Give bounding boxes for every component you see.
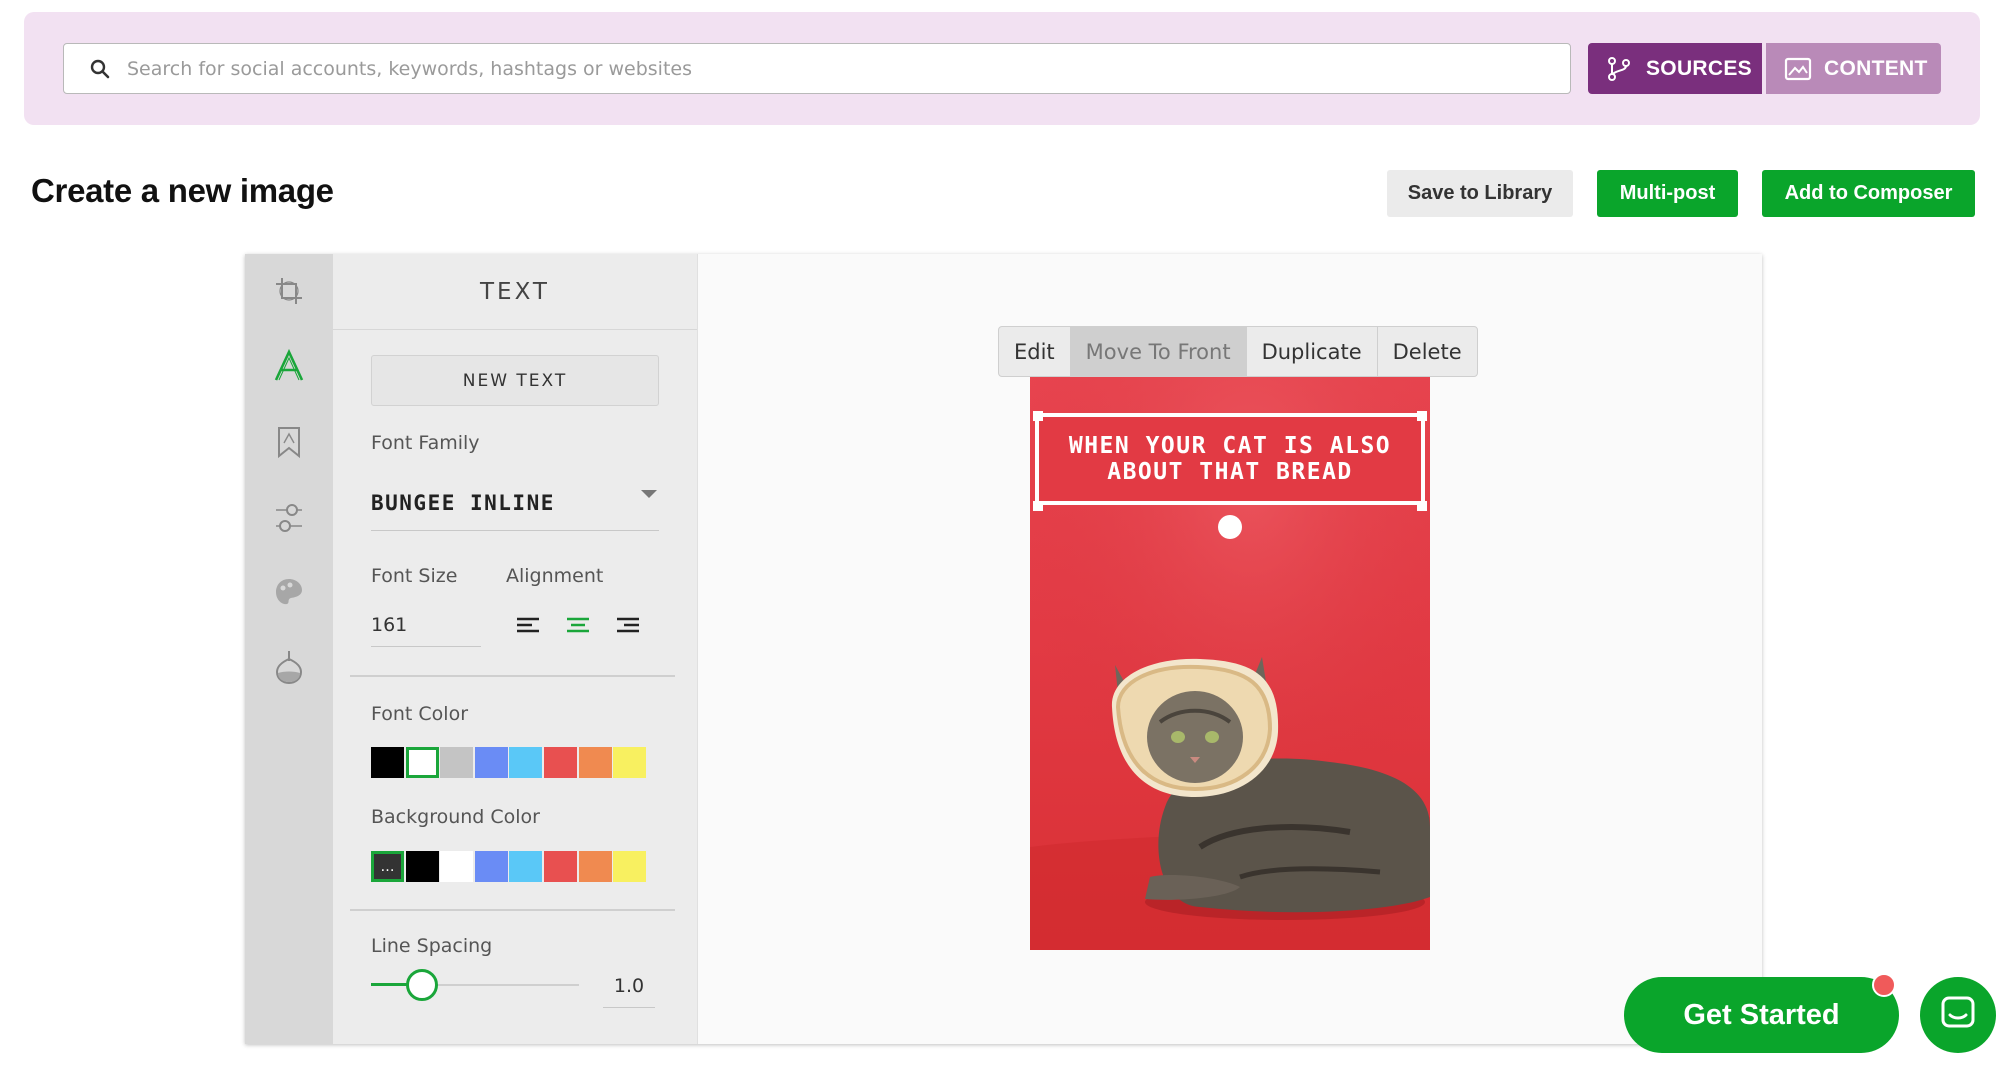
alignment-label: Alignment — [506, 565, 604, 587]
line-spacing-input[interactable]: 1.0 — [603, 964, 655, 1008]
font-size-input[interactable]: 161 — [371, 603, 481, 647]
align-left-icon[interactable] — [515, 612, 541, 638]
background-color-swatch[interactable] — [543, 851, 577, 882]
resize-handle[interactable] — [1417, 501, 1427, 511]
font-color-swatch[interactable] — [613, 747, 647, 778]
font-color-swatches — [371, 747, 648, 778]
line-spacing-slider-handle[interactable] — [406, 969, 438, 1001]
multi-post-button[interactable]: Multi-post — [1597, 170, 1738, 217]
text-icon[interactable] — [269, 346, 309, 386]
image-frame-icon — [1784, 56, 1812, 82]
element-context-menu: Edit Move To Front Duplicate Delete — [998, 326, 1478, 377]
content-toggle-button[interactable]: CONTENT — [1766, 43, 1941, 94]
poster-text-line-2: ABOUT THAT BREAD — [1107, 459, 1353, 485]
font-family-select[interactable]: BUNGEE INLINE — [371, 476, 659, 531]
notification-badge — [1872, 973, 1896, 997]
background-color-label: Background Color — [371, 806, 540, 828]
background-color-swatch[interactable] — [613, 851, 647, 882]
search-icon — [89, 58, 111, 80]
font-color-swatch[interactable] — [509, 747, 543, 778]
tool-rail — [245, 254, 333, 1044]
font-family-value: BUNGEE INLINE — [371, 491, 555, 515]
align-center-icon[interactable] — [565, 612, 591, 638]
background-color-swatch[interactable]: … — [371, 851, 404, 882]
text-layer-selected[interactable]: WHEN YOUR CAT IS ALSO ABOUT THAT BREAD — [1035, 413, 1425, 505]
font-color-swatch[interactable] — [405, 747, 439, 778]
adjust-icon[interactable] — [269, 498, 309, 538]
line-spacing-label: Line Spacing — [371, 935, 493, 957]
chat-icon — [1940, 995, 1976, 1035]
divider — [350, 675, 675, 677]
duplicate-button[interactable]: Duplicate — [1247, 327, 1378, 376]
new-text-button[interactable]: NEW TEXT — [371, 355, 659, 406]
resize-handle[interactable] — [1033, 501, 1043, 511]
background-color-swatch[interactable] — [405, 851, 439, 882]
resize-handle[interactable] — [1033, 411, 1043, 421]
search-bar[interactable] — [63, 43, 1571, 94]
background-color-swatch[interactable] — [474, 851, 508, 882]
font-color-swatch[interactable] — [578, 747, 612, 778]
divider — [350, 909, 675, 911]
branch-icon — [1606, 56, 1632, 82]
content-label: CONTENT — [1824, 56, 1928, 80]
crop-icon[interactable] — [269, 271, 309, 311]
poster-text-line-1: WHEN YOUR CAT IS ALSO — [1068, 433, 1392, 459]
font-family-label: Font Family — [371, 432, 480, 454]
font-color-swatch[interactable] — [543, 747, 577, 778]
chat-launcher-button[interactable] — [1920, 977, 1996, 1053]
resize-handle[interactable] — [1417, 411, 1427, 421]
rotate-handle[interactable] — [1218, 515, 1242, 539]
panel-title: TEXT — [333, 254, 697, 330]
font-color-swatch[interactable] — [440, 747, 474, 778]
chevron-down-icon — [641, 490, 657, 498]
align-right-icon[interactable] — [615, 612, 641, 638]
sources-toggle-button[interactable]: SOURCES — [1588, 43, 1762, 94]
image-canvas[interactable]: WHEN YOUR CAT IS ALSO ABOUT THAT BREAD — [1030, 377, 1430, 950]
delete-button[interactable]: Delete — [1378, 327, 1477, 376]
font-color-swatch[interactable] — [474, 747, 508, 778]
edit-button[interactable]: Edit — [999, 327, 1071, 376]
sources-label: SOURCES — [1646, 56, 1752, 80]
background-color-swatch[interactable] — [509, 851, 543, 882]
background-color-swatch[interactable] — [440, 851, 474, 882]
palette-icon[interactable] — [269, 572, 309, 612]
drop-icon[interactable] — [269, 647, 309, 687]
get-started-button[interactable]: Get Started — [1624, 977, 1899, 1053]
more-icon: … — [380, 858, 395, 875]
move-to-front-button[interactable]: Move To Front — [1070, 327, 1247, 376]
search-input[interactable] — [127, 57, 1527, 80]
save-to-library-button[interactable]: Save to Library — [1387, 170, 1573, 217]
add-to-composer-button[interactable]: Add to Composer — [1762, 170, 1975, 217]
sticker-icon[interactable] — [269, 422, 309, 462]
background-color-swatches: … — [371, 851, 648, 882]
page-title: Create a new image — [31, 172, 334, 209]
font-color-label: Font Color — [371, 703, 469, 725]
background-color-swatch[interactable] — [578, 851, 612, 882]
image-editor: TEXT NEW TEXT Font Family BUNGEE INLINE … — [245, 254, 1762, 1044]
font-color-swatch[interactable] — [371, 747, 404, 778]
font-size-label: Font Size — [371, 565, 458, 587]
text-panel: TEXT NEW TEXT Font Family BUNGEE INLINE … — [333, 254, 698, 1044]
top-search-banner: SOURCES CONTENT — [24, 12, 1980, 125]
